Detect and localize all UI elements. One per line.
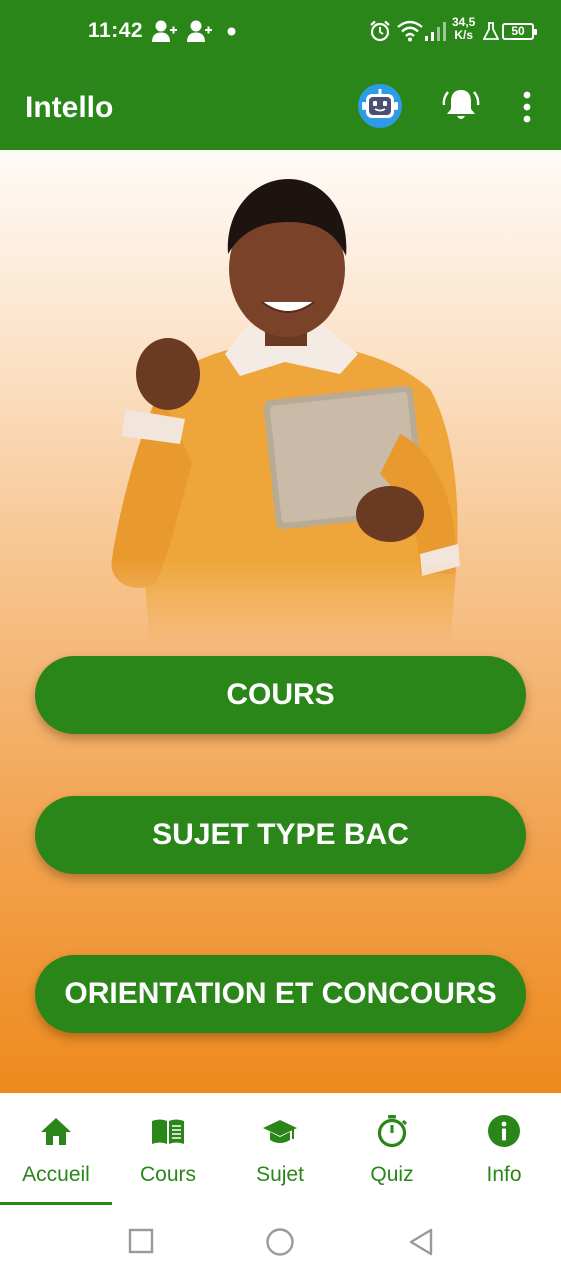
orientation-concours-button[interactable]: ORIENTATION ET CONCOURS: [35, 955, 526, 1033]
network-speed: 34,5 K/s: [452, 16, 475, 42]
nav-item-cours[interactable]: Cours: [112, 1093, 224, 1205]
network-speed-unit: K/s: [454, 28, 474, 42]
app-title: Intello: [25, 91, 114, 124]
nav-item-quiz[interactable]: Quiz: [336, 1093, 448, 1205]
graduation-cap-icon: [263, 1120, 297, 1143]
home-content: COURS SUJET TYPE BAC ORIENTATION ET CONC…: [0, 150, 561, 1093]
status-time: 11:42: [88, 19, 144, 42]
robot-face: [362, 89, 398, 118]
home-icon: [41, 1118, 71, 1145]
nav-label-sujet: Sujet: [256, 1163, 304, 1186]
alarm-icon: [370, 20, 390, 42]
info-circle-icon: [488, 1115, 520, 1147]
app-bar: Intello: [0, 64, 561, 150]
hero-student-illustration: [111, 179, 460, 644]
sujet-type-bac-button[interactable]: SUJET TYPE BAC: [35, 796, 526, 874]
back-triangle-icon[interactable]: [407, 1227, 435, 1257]
robot-icon[interactable]: [358, 84, 402, 128]
cours-button[interactable]: COURS: [35, 656, 526, 734]
battery-level: 50: [511, 24, 525, 38]
recents-square-icon[interactable]: [127, 1227, 155, 1255]
bottom-navigation: Accueil Cours Sujet Quiz Info: [0, 1093, 561, 1205]
more-vert-icon[interactable]: [515, 90, 539, 124]
status-bar: 11:42 34,5 K/s 50: [0, 0, 561, 64]
bell-ring-icon[interactable]: [442, 86, 480, 124]
nav-item-accueil[interactable]: Accueil: [0, 1093, 112, 1205]
nav-item-sujet[interactable]: Sujet: [224, 1093, 336, 1205]
dot-icon: [227, 27, 236, 36]
nav-label-accueil: Accueil: [22, 1163, 90, 1186]
system-navigation-bar: [0, 1205, 561, 1280]
wifi-icon: [397, 20, 423, 42]
stopwatch-icon: [377, 1115, 408, 1148]
nav-label-info: Info: [486, 1163, 522, 1186]
book-open-icon: [152, 1119, 184, 1144]
nav-item-info[interactable]: Info: [448, 1093, 560, 1205]
nav-label-cours: Cours: [139, 1163, 197, 1186]
signal-icon: [425, 22, 446, 41]
battery-icon: 50: [502, 23, 537, 40]
home-circle-icon[interactable]: [265, 1227, 295, 1257]
flask-icon: [483, 22, 499, 40]
person-add-icon: [187, 20, 212, 42]
nav-label-quiz: Quiz: [370, 1163, 414, 1186]
person-add-icon: [152, 20, 177, 42]
